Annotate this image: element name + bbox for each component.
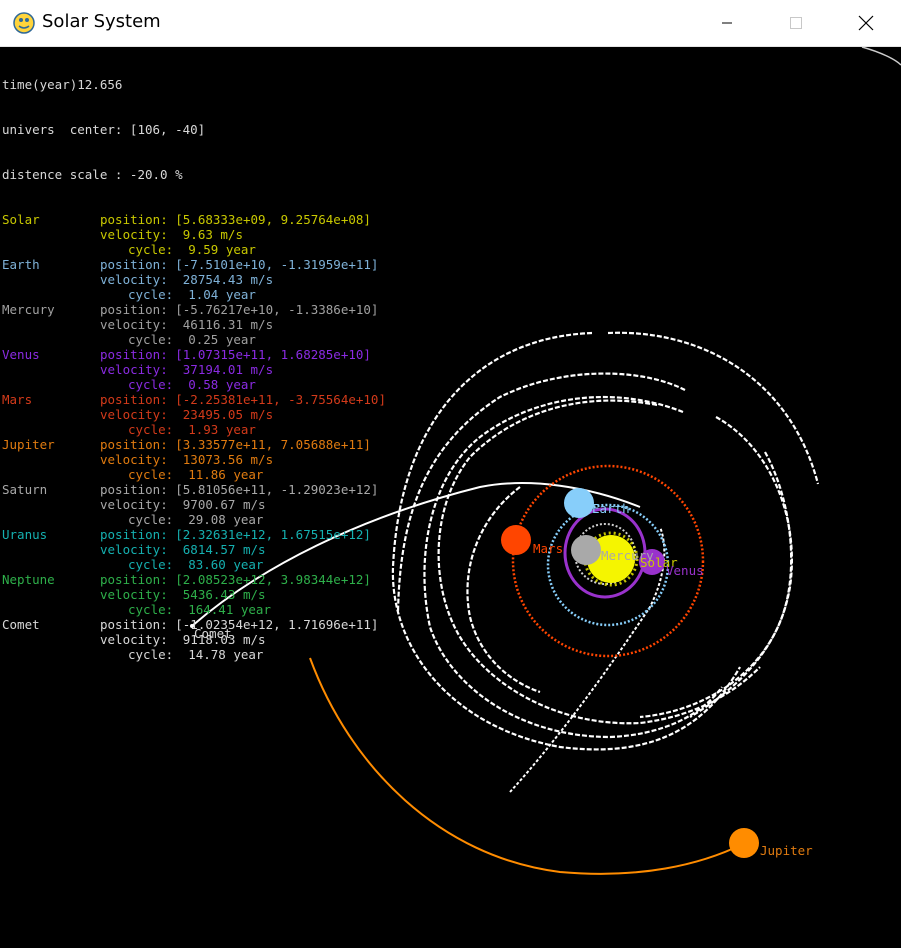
body-name: Venus xyxy=(2,347,40,362)
body-info-jupiter: Jupiter position: [3.33577e+11, 7.05688e+… xyxy=(2,437,371,482)
maximize-icon xyxy=(790,17,802,29)
body-velocity: velocity: 23495.05 m/s xyxy=(100,407,274,422)
body-info-venus: Venus position: [1.07315e+11, 1.68285e+10… xyxy=(2,347,371,392)
body-cycle: cycle: 83.60 year xyxy=(128,557,264,572)
title-bar: Solar System xyxy=(0,0,901,47)
body-info-neptune: Neptune position: [2.08523e+12, 3.98344e+… xyxy=(2,572,371,617)
body-name: Uranus xyxy=(2,527,48,542)
body-name: Solar xyxy=(2,212,40,227)
body-velocity: velocity: 37194.01 m/s xyxy=(100,362,274,377)
mercury-planet xyxy=(571,535,601,565)
jupiter-label: Jupiter xyxy=(760,843,813,858)
body-position: position: [5.68333e+09, 9.25764e+08] xyxy=(100,212,371,227)
body-cycle: cycle: 29.08 year xyxy=(128,512,264,527)
close-icon xyxy=(858,15,874,31)
center-readout: univers center: [106, -40] xyxy=(2,122,206,137)
body-velocity: velocity: 28754.43 m/s xyxy=(100,272,274,287)
body-cycle: cycle: 1.04 year xyxy=(128,287,256,302)
maximize-button[interactable] xyxy=(773,0,819,46)
body-info-mercury: Mercury position: [-5.76217e+10, -1.3386e… xyxy=(2,302,378,347)
body-info-solar: Solar position: [5.68333e+09, 9.25764e+08… xyxy=(2,212,371,257)
body-info-comet: Comet position: [-1.02354e+12, 1.71696e+1… xyxy=(2,617,378,662)
body-info-uranus: Uranus position: [2.32631e+12, 1.67515e+1… xyxy=(2,527,371,572)
body-cycle: cycle: 0.25 year xyxy=(128,332,256,347)
mars-planet xyxy=(501,525,531,555)
body-name: Mercury xyxy=(2,302,55,317)
body-cycle: cycle: 14.78 year xyxy=(128,647,264,662)
body-position: position: [2.08523e+12, 3.98344e+12] xyxy=(100,572,371,587)
body-position: position: [3.33577e+11, 7.05688e+11] xyxy=(100,437,371,452)
body-velocity: velocity: 9700.67 m/s xyxy=(100,497,266,512)
body-velocity: velocity: 9118.03 m/s xyxy=(100,632,266,647)
body-info-mars: Mars position: [-2.25381e+11, -3.75564e+1… xyxy=(2,392,386,437)
body-position: position: [2.32631e+12, 1.67515e+12] xyxy=(100,527,371,542)
body-name: Jupiter xyxy=(2,437,55,452)
body-velocity: velocity: 9.63 m/s xyxy=(100,227,243,242)
simulation-canvas[interactable]: Earth Mars Mercury Solar Venus Comet Jup… xyxy=(0,47,901,948)
scale-readout: distence scale : -20.0 % xyxy=(2,167,183,182)
body-name: Comet xyxy=(2,617,40,632)
body-position: position: [1.07315e+11, 1.68285e+10] xyxy=(100,347,371,362)
body-velocity: velocity: 5436.43 m/s xyxy=(100,587,266,602)
app-window: Solar System Earth Mars Mercury Solar Ve… xyxy=(0,0,901,948)
earth-label: Earth xyxy=(592,501,630,516)
trail-orbit-4 xyxy=(689,416,794,718)
minimize-icon xyxy=(722,22,732,24)
venus-label: Venus xyxy=(666,563,704,578)
info-panel: time(year)12.656 univers center: [106, -… xyxy=(2,47,386,692)
mars-label: Mars xyxy=(533,541,563,556)
window-title: Solar System xyxy=(42,11,161,32)
jupiter-planet xyxy=(729,828,759,858)
body-position: position: [-7.5101e+10, -1.31959e+11] xyxy=(100,257,379,272)
body-position: position: [-5.76217e+10, -1.3386e+10] xyxy=(100,302,379,317)
body-position: position: [-2.25381e+11, -3.75564e+10] xyxy=(100,392,386,407)
body-name: Mars xyxy=(2,392,33,407)
body-velocity: velocity: 13073.56 m/s xyxy=(100,452,274,467)
close-button[interactable] xyxy=(843,0,889,46)
time-readout: time(year)12.656 xyxy=(2,77,123,92)
body-name: Neptune xyxy=(2,572,55,587)
body-cycle: cycle: 9.59 year xyxy=(128,242,256,257)
body-info-saturn: Saturn position: [5.81056e+11, -1.29023e+… xyxy=(2,482,378,527)
earth-planet xyxy=(564,488,594,518)
trail-orbit-7 xyxy=(639,451,793,719)
trail-orbit-1 xyxy=(607,331,820,485)
body-velocity: velocity: 6814.57 m/s xyxy=(100,542,266,557)
body-list: Solar position: [5.68333e+09, 9.25764e+08… xyxy=(2,212,386,662)
body-info-earth: Earth position: [-7.5101e+10, -1.31959e+1… xyxy=(2,257,378,302)
body-cycle: cycle: 11.86 year xyxy=(128,467,264,482)
body-position: position: [-1.02354e+12, 1.71696e+11] xyxy=(100,617,379,632)
body-velocity: velocity: 46116.31 m/s xyxy=(100,317,274,332)
body-cycle: cycle: 1.93 year xyxy=(128,422,256,437)
python-snake-icon xyxy=(13,12,35,34)
body-cycle: cycle: 164.41 year xyxy=(128,602,271,617)
body-name: Saturn xyxy=(2,482,48,497)
body-name: Earth xyxy=(2,257,40,272)
edge-trail xyxy=(861,47,901,66)
jupiter-orbit xyxy=(309,657,744,875)
body-cycle: cycle: 0.58 year xyxy=(128,377,256,392)
minimize-button[interactable] xyxy=(704,0,750,46)
body-position: position: [5.81056e+11, -1.29023e+12] xyxy=(100,482,379,497)
